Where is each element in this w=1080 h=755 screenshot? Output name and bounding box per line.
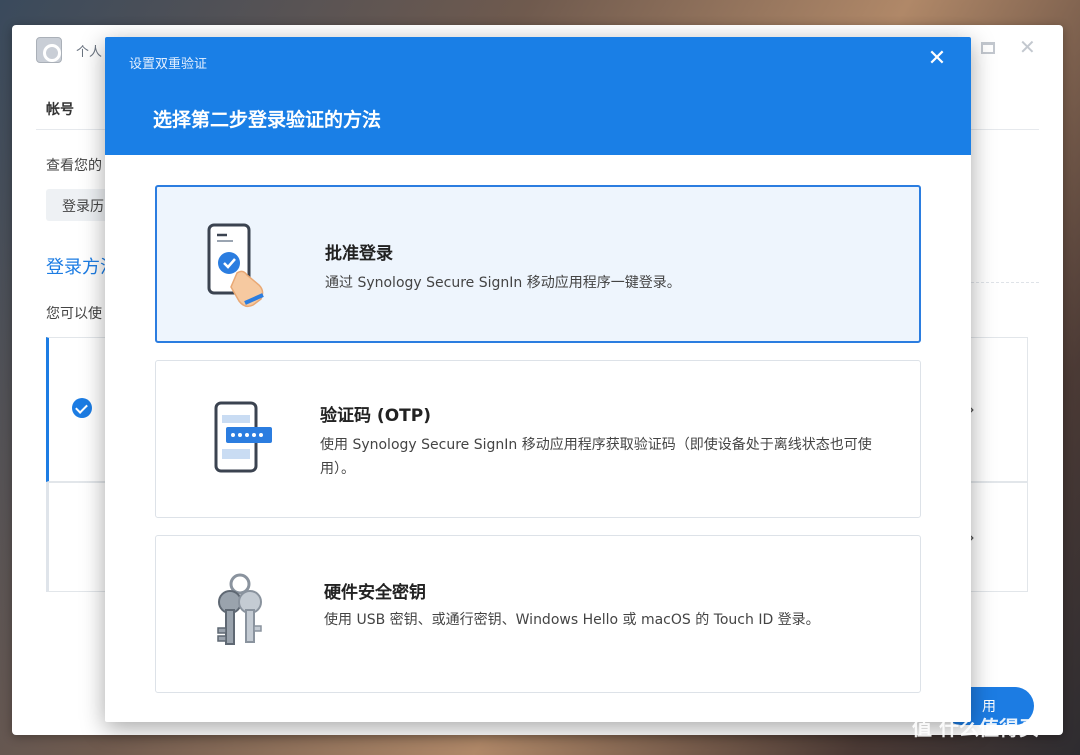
account-description: 查看您的: [46, 158, 102, 174]
phone-code-icon: [214, 401, 272, 473]
keys-icon: [217, 573, 262, 645]
option-title: 批准登录: [325, 244, 393, 264]
maximize-icon[interactable]: [981, 42, 995, 54]
option-hardware-security-key[interactable]: 硬件安全密钥 使用 USB 密钥、或通行密钥、Windows Hello 或 m…: [155, 535, 921, 693]
option-approve-sign-in[interactable]: 批准登录 通过 Synology Secure SignIn 移动应用程序一键登…: [155, 185, 921, 343]
check-circle-icon: [72, 398, 92, 418]
option-otp[interactable]: 验证码 (OTP) 使用 Synology Secure SignIn 移动应用…: [155, 360, 921, 518]
option-title: 硬件安全密钥: [324, 583, 426, 603]
close-icon[interactable]: ✕: [925, 47, 949, 71]
option-description: 通过 Synology Secure SignIn 移动应用程序一键登录。: [325, 275, 681, 291]
phone-tap-icon: [207, 223, 264, 308]
dialog-heading: 选择第二步登录验证的方法: [153, 109, 382, 131]
settings-app-icon: [36, 37, 62, 63]
option-description: 使用 Synology Secure SignIn 移动应用程序获取验证码（即使…: [320, 437, 872, 477]
two-factor-setup-dialog: 设置双重验证 ✕ 选择第二步登录验证的方法 批准登录 通过 Synology S…: [105, 37, 971, 722]
tab-account[interactable]: 帐号: [46, 99, 74, 119]
dialog-header: 设置双重验证 ✕ 选择第二步登录验证的方法: [105, 37, 971, 155]
watermark: 值 什么值得买: [912, 716, 1039, 740]
option-title: 验证码 (OTP): [320, 406, 431, 426]
background-window-title: 个人: [76, 45, 103, 60]
dialog-window-title: 设置双重验证: [129, 57, 208, 72]
login-methods-description: 您可以使: [46, 306, 102, 322]
option-description: 使用 USB 密钥、或通行密钥、Windows Hello 或 macOS 的 …: [324, 612, 820, 628]
close-icon[interactable]: ✕: [1019, 35, 1036, 59]
